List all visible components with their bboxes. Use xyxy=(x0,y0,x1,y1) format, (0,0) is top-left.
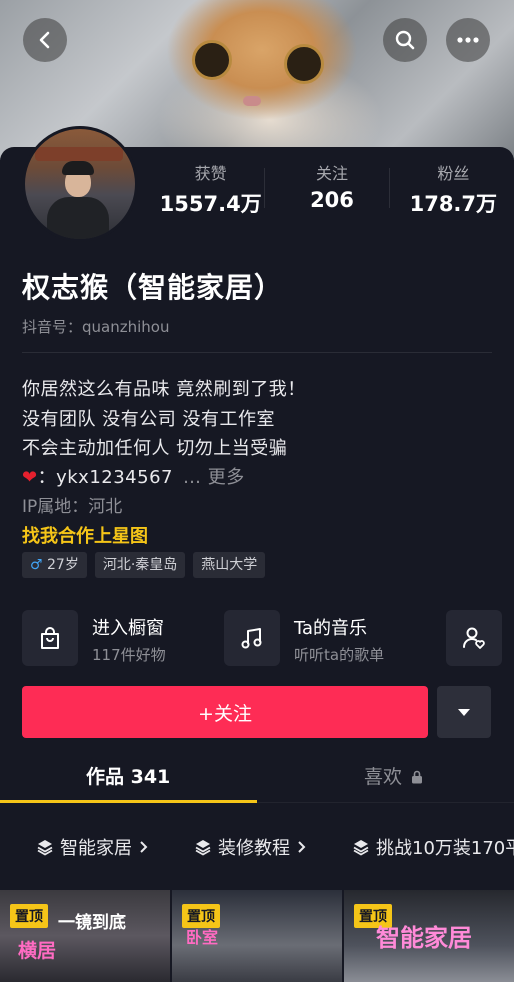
chevron-right-icon xyxy=(140,841,148,853)
thumbnail-caption: 一镜到底 xyxy=(58,913,126,933)
playlist-item[interactable]: 智能家居 xyxy=(36,834,154,860)
stat-divider xyxy=(264,168,265,208)
cat-eye xyxy=(192,40,232,80)
music-subtitle: 听听ta的歌单 xyxy=(294,646,385,664)
user-heart-icon xyxy=(463,627,485,649)
heart-icon: ❤ xyxy=(22,467,38,488)
video-thumbnail[interactable]: 置顶 卧室 xyxy=(172,890,342,982)
avatar-roof xyxy=(35,147,123,161)
bio-line: 你居然这么有品味 竟然刷到了我！ xyxy=(22,379,306,400)
profile-name: 权志猴（智能家居） xyxy=(22,271,284,304)
video-thumbnail[interactable]: 置顶 一镜到底 横居 xyxy=(0,890,170,982)
layers-icon xyxy=(195,840,211,856)
stat-value: 178.7万 xyxy=(409,192,498,216)
cat-eye xyxy=(284,44,324,84)
stat-likes[interactable]: 获赞 1557.4万 xyxy=(150,160,271,218)
shop-card-icon[interactable] xyxy=(22,610,78,666)
playlist-row: 智能家居 装修教程 挑战10万装170平 xyxy=(36,834,514,860)
age-tag: ♂ 27岁 xyxy=(22,552,87,578)
playlist-item[interactable]: 装修教程 xyxy=(194,834,312,860)
search-button[interactable] xyxy=(383,18,427,62)
avatar[interactable] xyxy=(22,126,138,242)
bio-line-contact: ❤：ykx1234567 … 更多 xyxy=(22,463,245,489)
shopping-bag-icon xyxy=(41,627,59,649)
stat-following[interactable]: 关注 206 xyxy=(271,160,392,218)
thumbnail-caption: 智能家居 xyxy=(376,924,472,952)
follow-button[interactable]: +关注 xyxy=(22,686,428,738)
douyin-id[interactable]: 抖音号：quanzhihou xyxy=(22,316,169,337)
playlist-label: 装修教程 xyxy=(218,838,290,859)
stat-value: 206 xyxy=(310,188,354,212)
bio-line: 不会主动加任何人 切勿上当受骗 xyxy=(22,438,288,459)
stat-divider xyxy=(389,168,390,208)
more-link[interactable]: … 更多 xyxy=(183,467,245,488)
more-dots-icon xyxy=(457,37,479,43)
stat-label: 粉丝 xyxy=(437,164,470,183)
ip-location: IP属地：河北 xyxy=(22,497,123,517)
tab-liked-label: 喜欢 xyxy=(364,766,403,788)
shop-title[interactable]: 进入橱窗 xyxy=(92,614,164,640)
avatar-body xyxy=(47,197,109,239)
playlist-label: 智能家居 xyxy=(60,838,132,859)
avatar-hair xyxy=(62,161,94,175)
shop-subtitle: 117件好物 xyxy=(92,646,166,664)
active-tab-indicator xyxy=(0,800,257,803)
tab-liked[interactable]: 喜欢 xyxy=(364,762,423,789)
lock-icon xyxy=(412,770,423,784)
caret-down-icon xyxy=(458,708,470,716)
location-tag: 河北·秦皇岛 xyxy=(94,552,186,578)
playlist-item[interactable]: 挑战10万装170平 xyxy=(352,834,514,860)
dropdown-button[interactable] xyxy=(437,686,491,738)
stat-label: 关注 xyxy=(315,164,348,183)
more-button[interactable] xyxy=(446,18,490,62)
video-grid: 置顶 一镜到底 横居 置顶 卧室 置顶 智能家居 xyxy=(0,890,514,982)
profile-tags: ♂ 27岁 河北·秦皇岛 燕山大学 xyxy=(22,552,266,578)
add-friend-button[interactable] xyxy=(446,610,502,666)
layers-icon xyxy=(353,840,369,856)
tab-works[interactable]: 作品 341 xyxy=(86,762,170,789)
stat-value: 1557.4万 xyxy=(159,192,262,216)
age-text: 27岁 xyxy=(47,557,79,573)
music-title[interactable]: Ta的音乐 xyxy=(294,614,367,640)
back-button[interactable] xyxy=(23,18,67,62)
stat-followers[interactable]: 粉丝 178.7万 xyxy=(393,160,514,218)
school-tag[interactable]: 燕山大学 xyxy=(193,552,266,578)
video-thumbnail[interactable]: 置顶 智能家居 xyxy=(344,890,514,982)
chevron-right-icon xyxy=(298,841,306,853)
profile-stats: 获赞 1557.4万 关注 206 粉丝 178.7万 xyxy=(150,160,514,218)
search-icon xyxy=(395,30,415,50)
divider xyxy=(22,352,492,353)
feature-cards: 进入橱窗 117件好物 Ta的音乐 听听ta的歌单 xyxy=(22,608,502,668)
chevron-left-icon xyxy=(39,31,50,49)
cat-nose xyxy=(243,96,261,106)
music-card-icon[interactable] xyxy=(224,610,280,666)
male-icon: ♂ xyxy=(30,557,43,573)
thumbnail-caption: 横居 xyxy=(18,940,57,962)
bio-line: 没有团队 没有公司 没有工作室 xyxy=(22,409,275,430)
playlist-label: 挑战10万装170平 xyxy=(376,838,514,859)
thumbnail-caption: 卧室 xyxy=(186,928,219,947)
pinned-badge: 置顶 xyxy=(10,904,48,928)
layers-icon xyxy=(37,840,53,856)
music-note-icon xyxy=(241,628,262,649)
collab-link[interactable]: 找我合作上星图 xyxy=(22,522,148,548)
stat-label: 获赞 xyxy=(194,164,227,183)
contact-text: ：ykx1234567 xyxy=(37,467,173,488)
